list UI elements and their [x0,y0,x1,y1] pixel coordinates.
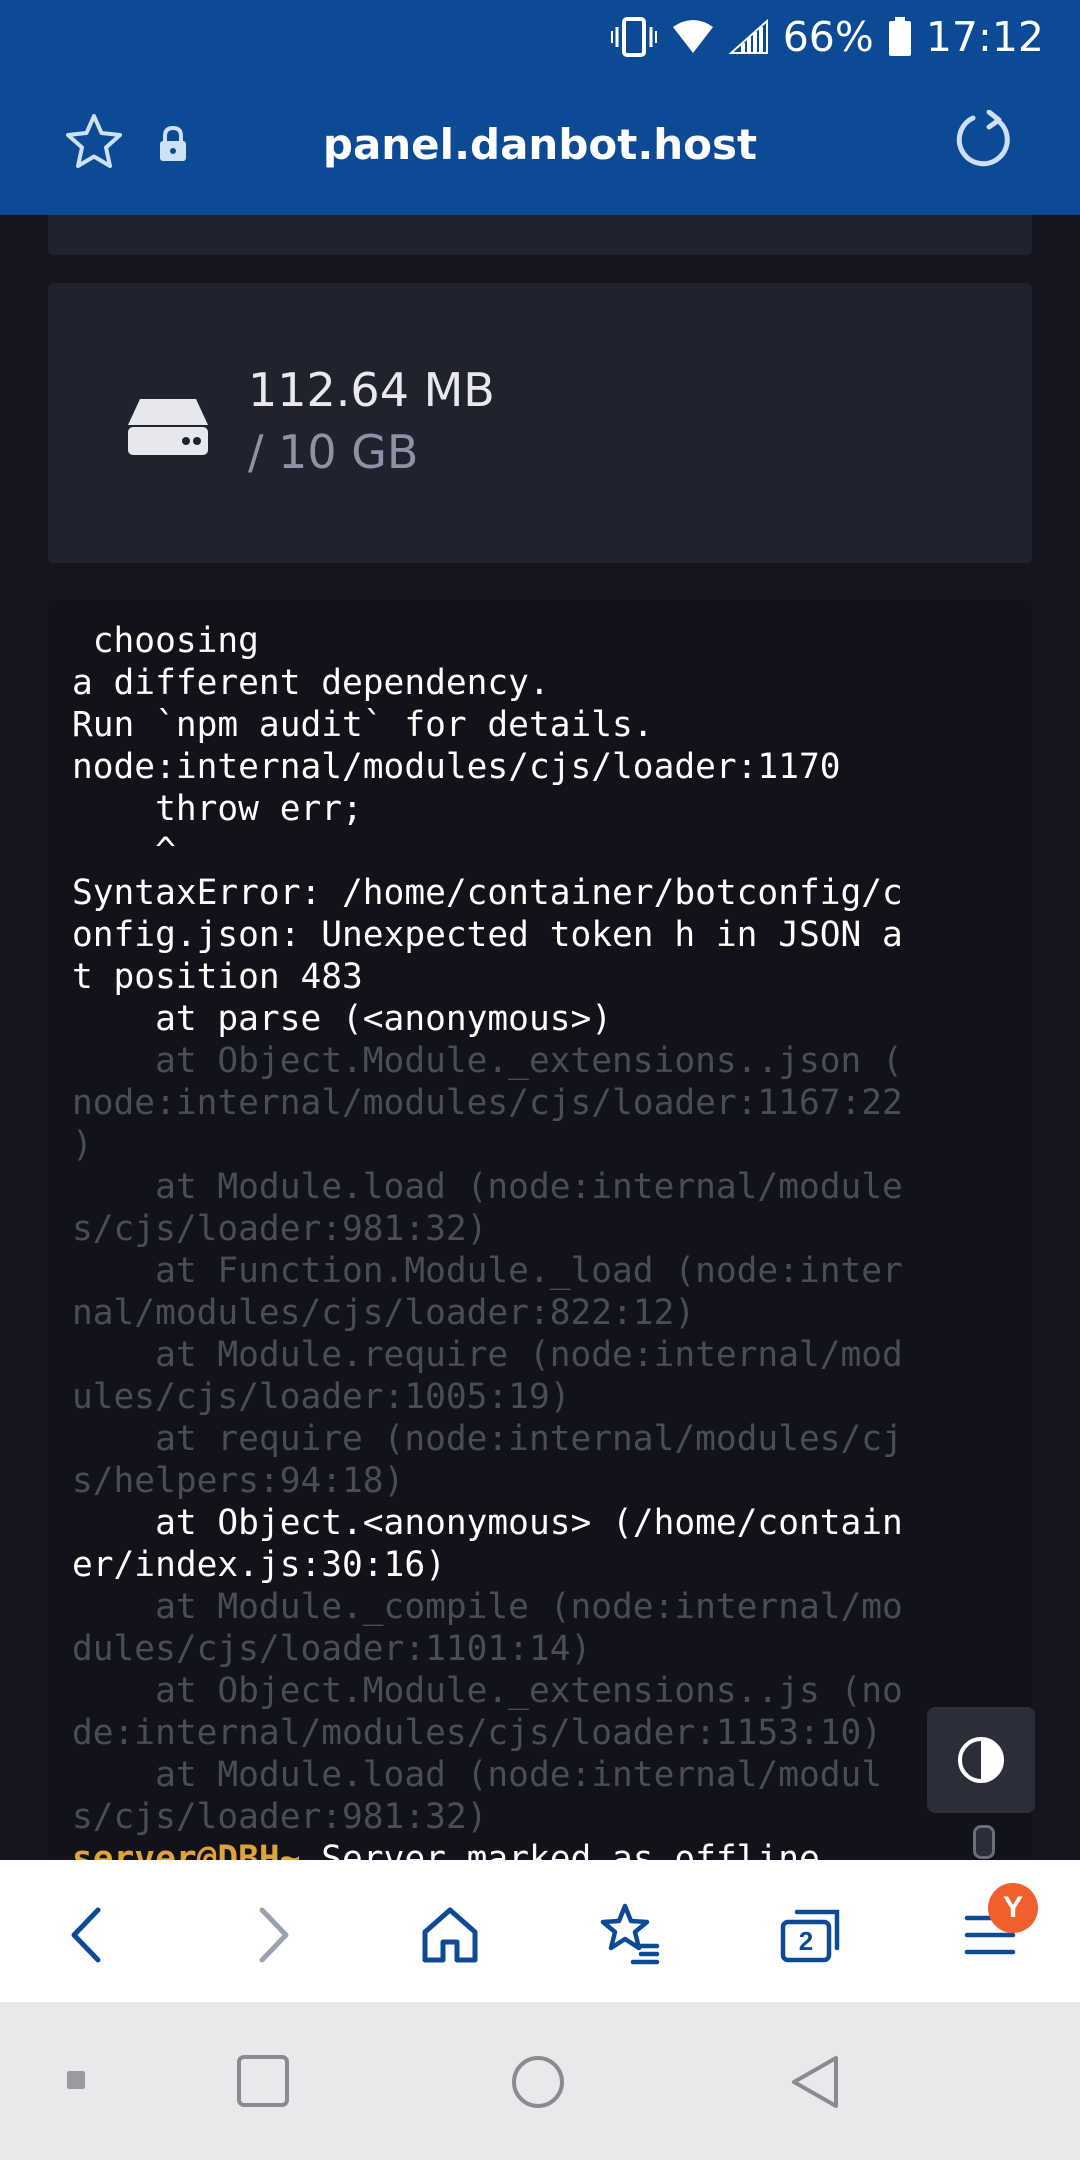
dot-icon[interactable] [66,2070,86,2090]
console-line: node:internal/modules/cjs/loader:1167:22 [72,1083,903,1123]
console-line-status: server@DBH~ Server marked as offline... [72,1838,972,1860]
console-line: er/index.js:30:16) [72,1545,446,1585]
console-line: s/helpers:94:18) [72,1461,405,1501]
tabs-button[interactable]: 2 [765,1890,855,1980]
signal-icon [728,19,768,54]
console-line: ules/cjs/loader:1005:19) [72,1377,571,1417]
console-line: s/cjs/loader:981:32) [72,1209,488,1249]
browser-top-bar: 66% 17:12 panel.danbot.host [0,0,1080,215]
console-prompt: server@DBH~ [72,1839,301,1860]
console-line: t position 483 [72,957,363,997]
reload-icon[interactable] [953,110,1015,172]
console-line: throw err; [72,789,363,829]
console-line: at Module.load (node:internal/module [72,1167,903,1207]
tabs-count: 2 [798,1926,814,1956]
console-line: SyntaxError: /home/container/botconfig/c [72,873,903,913]
disk-total: / 10 GB [248,425,419,479]
scroll-handle[interactable] [973,1825,995,1859]
page-url[interactable]: panel.danbot.host [0,120,1080,169]
console-status-message: Server marked as offline... [300,1839,883,1860]
console-output[interactable]: choosing a different dependency. Run `npm … [48,600,1032,1860]
console-line: Run `npm audit` for details. [72,705,654,745]
battery-icon [888,17,911,56]
console-line: s/cjs/loader:981:32) [72,1797,488,1837]
system-nav-bar [0,2002,1080,2160]
console-line: at Object.Module._extensions..js (no [72,1671,903,1711]
console-lines: choosing a different dependency. Run `npm … [72,620,972,1860]
url-bar[interactable]: panel.danbot.host [0,100,1080,190]
stat-card [48,215,1032,255]
disk-usage-card: 112.64 MB / 10 GB [48,283,1032,563]
vibrate-icon [610,17,657,57]
console-line: at Module._compile (node:internal/mo [72,1587,903,1627]
console-line: at Object.<anonymous> (/home/contain [72,1503,903,1543]
hard-drive-icon [128,399,208,455]
battery-percent: 66% [782,13,874,61]
console-line: ) [72,1125,93,1165]
console-line: a different dependency. [72,663,550,703]
console-line: choosing [72,621,259,661]
home-nav-icon[interactable] [510,2054,566,2110]
contrast-icon [958,1737,1004,1783]
status-bar: 66% 17:12 [0,0,1080,72]
disk-used: 112.64 MB [248,363,495,417]
console-line: at Function.Module._load (node:inter [72,1251,903,1291]
profile-badge[interactable]: Y [988,1883,1038,1933]
recents-icon[interactable] [236,2054,290,2108]
console-line: dules/cjs/loader:1101:14) [72,1629,592,1669]
console-line: ^ [72,831,176,871]
home-icon[interactable] [405,1890,495,1980]
browser-bottom-bar: 2 [0,1860,1080,2002]
console-line: de:internal/modules/cjs/loader:1153:10) [72,1713,883,1753]
console-line: at parse (<anonymous>) [72,999,613,1039]
status-icons: 66% 17:12 [610,12,1044,62]
back-nav-icon[interactable] [788,2054,844,2110]
console-line: at Object.Module._extensions..json ( [72,1041,903,1081]
wifi-icon [672,20,713,53]
star-list-icon[interactable] [585,1890,675,1980]
page-content[interactable]: 112.64 MB / 10 GB choosing a different de… [0,215,1080,1860]
console-line: nal/modules/cjs/loader:822:12) [72,1293,696,1333]
theme-toggle-button[interactable] [927,1707,1035,1813]
console-line: at Module.require (node:internal/mod [72,1335,903,1375]
console-line: onfig.json: Unexpected token h in JSON a [72,915,903,955]
clock: 17:12 [925,13,1044,61]
chevron-right-icon[interactable] [228,1890,318,1980]
console-line: at require (node:internal/modules/cj [72,1419,903,1459]
console-line: at Module.load (node:internal/modul [72,1755,883,1795]
chevron-left-icon[interactable] [42,1890,132,1980]
console-line: node:internal/modules/cjs/loader:1170 [72,747,841,787]
